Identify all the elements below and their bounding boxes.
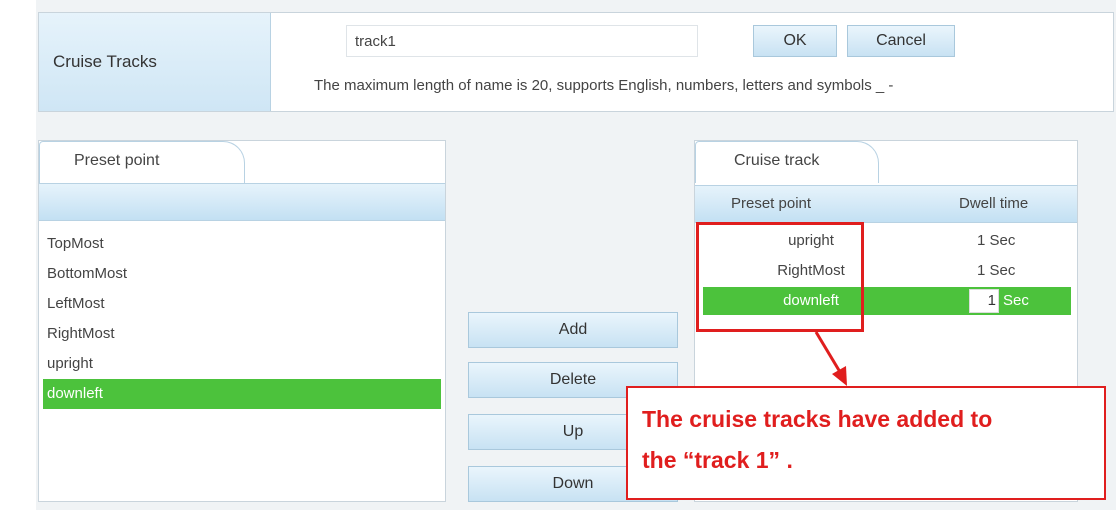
annotation-line-2: the “track 1” . <box>642 447 793 473</box>
annotation-callout: The cruise tracks have added to the “tra… <box>626 386 1106 500</box>
annotation-line-1: The cruise tracks have added to <box>642 406 993 432</box>
